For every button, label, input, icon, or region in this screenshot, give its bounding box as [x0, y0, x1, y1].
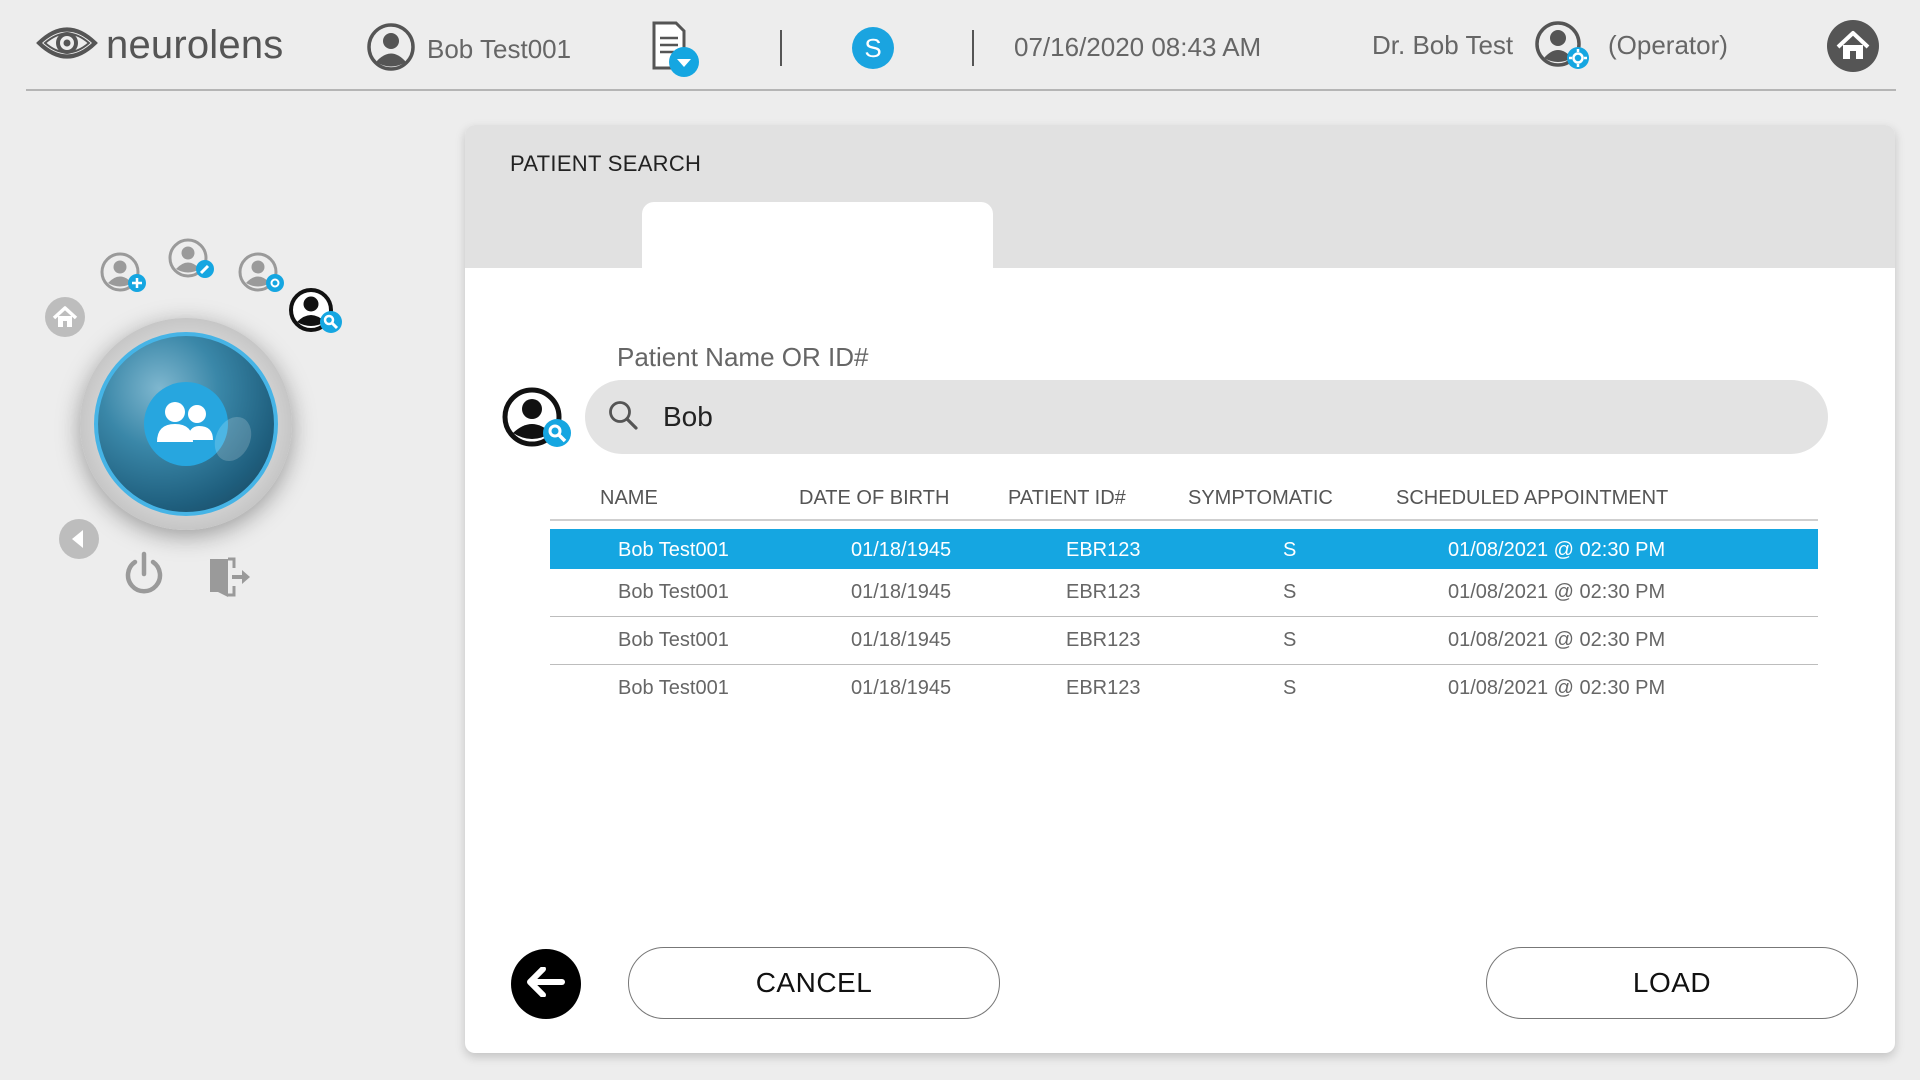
separator [780, 30, 782, 66]
add-patient-icon[interactable] [100, 252, 148, 299]
session-datetime: 07/16/2020 08:43 AM [1014, 32, 1261, 63]
logo-text: neurolens [106, 23, 284, 67]
topbar-divider [26, 89, 1896, 91]
cell-name: Bob Test001 [618, 677, 729, 699]
search-bar[interactable] [585, 380, 1828, 454]
search-field-label: Patient Name OR ID# [617, 342, 869, 372]
cell-symptomatic: S [1283, 677, 1297, 699]
user-settings-icon[interactable] [1534, 20, 1590, 77]
top-bar: neurolens Bob Test001 S 07/16/2020 08:43… [0, 0, 1920, 92]
back-button[interactable] [511, 949, 581, 1019]
cell-symptomatic: S [1283, 581, 1297, 603]
power-icon[interactable] [120, 550, 168, 603]
document-dropdown-icon[interactable] [650, 20, 702, 85]
status-badge[interactable]: S [852, 27, 894, 69]
load-button[interactable]: LOAD [1486, 947, 1858, 1019]
doctor-name: Dr. Bob Test [1372, 30, 1513, 61]
cell-name: Bob Test001 [618, 581, 729, 603]
cell-pid: EBR123 [1066, 629, 1141, 651]
cell-appointment: 01/08/2021 @ 02:30 PM [1448, 677, 1666, 699]
cell-name: Bob Test001 [618, 629, 729, 651]
patient-search-avatar-icon [502, 387, 576, 456]
table-row[interactable]: Bob Test001 01/18/1945 EBR123 S 01/08/20… [550, 617, 1818, 665]
patient-search-icon[interactable] [289, 288, 345, 341]
cell-dob: 01/18/1945 [851, 581, 952, 603]
doctor-name-text: Dr. Bob Test [1372, 30, 1514, 60]
col-header-name[interactable]: NAME [600, 487, 658, 510]
col-header-symptomatic[interactable]: SYMPTOMATIC [1188, 487, 1333, 510]
separator [972, 30, 974, 66]
exit-door-icon[interactable] [206, 556, 254, 605]
patients-icon [144, 382, 228, 466]
patient-results-table: NAME DATE OF BIRTH PATIENT ID# SYMPTOMAT… [550, 477, 1818, 713]
collapse-arrow-icon[interactable] [58, 518, 100, 565]
col-header-dob[interactable]: DATE OF BIRTH [799, 487, 949, 510]
search-input[interactable] [663, 401, 1763, 433]
app-logo: neurolens [36, 22, 283, 69]
cell-pid: EBR123 [1066, 581, 1141, 603]
home-icon[interactable] [1826, 19, 1880, 78]
orb-face [94, 332, 278, 516]
search-icon [607, 399, 639, 436]
active-tab[interactable] [642, 202, 993, 272]
table-body: Bob Test001 01/18/1945 EBR123 S 01/08/20… [550, 529, 1818, 713]
patient-settings-icon[interactable] [238, 252, 286, 299]
cell-name: Bob Test001 [618, 539, 729, 561]
table-row[interactable]: Bob Test001 01/18/1945 EBR123 S 01/08/20… [550, 569, 1818, 617]
col-header-appointment[interactable]: SCHEDULED APPOINTMENT [1396, 487, 1668, 510]
cell-dob: 01/18/1945 [851, 677, 952, 699]
cell-appointment: 01/08/2021 @ 02:30 PM [1448, 581, 1666, 603]
status-badge-label: S [852, 27, 894, 69]
panel-title: PATIENT SEARCH [510, 151, 702, 176]
cancel-button[interactable]: CANCEL [628, 947, 1000, 1019]
table-row[interactable]: Bob Test001 01/18/1945 EBR123 S 01/08/20… [550, 665, 1818, 713]
edit-patient-icon[interactable] [168, 238, 216, 285]
menu-home-icon[interactable] [44, 296, 86, 343]
cell-dob: 01/18/1945 [851, 539, 952, 561]
cell-symptomatic: S [1283, 539, 1297, 561]
cell-pid: EBR123 [1066, 539, 1141, 561]
patient-menu-orb[interactable] [80, 318, 292, 530]
cell-pid: EBR123 [1066, 677, 1141, 699]
user-role: (Operator) [1608, 30, 1728, 61]
arrow-left-icon [527, 965, 565, 1002]
cell-appointment: 01/08/2021 @ 02:30 PM [1448, 629, 1666, 651]
patient-search-panel: PATIENT SEARCH Patient Name OR ID# NAME … [465, 125, 1895, 1053]
cell-symptomatic: S [1283, 629, 1297, 651]
current-patient[interactable]: Bob Test001 [367, 23, 571, 76]
current-patient-name: Bob Test001 [427, 34, 572, 64]
table-row[interactable]: Bob Test001 01/18/1945 EBR123 S 01/08/20… [550, 529, 1818, 569]
col-header-pid[interactable]: PATIENT ID# [1008, 487, 1126, 510]
user-icon [367, 23, 415, 76]
cell-dob: 01/18/1945 [851, 629, 952, 651]
table-header: NAME DATE OF BIRTH PATIENT ID# SYMPTOMAT… [550, 477, 1818, 521]
cell-appointment: 01/08/2021 @ 02:30 PM [1448, 539, 1666, 561]
user-role-text: (Operator) [1608, 30, 1728, 60]
eye-icon [36, 22, 98, 69]
datetime-text: 07/16/2020 08:43 AM [1014, 32, 1262, 62]
